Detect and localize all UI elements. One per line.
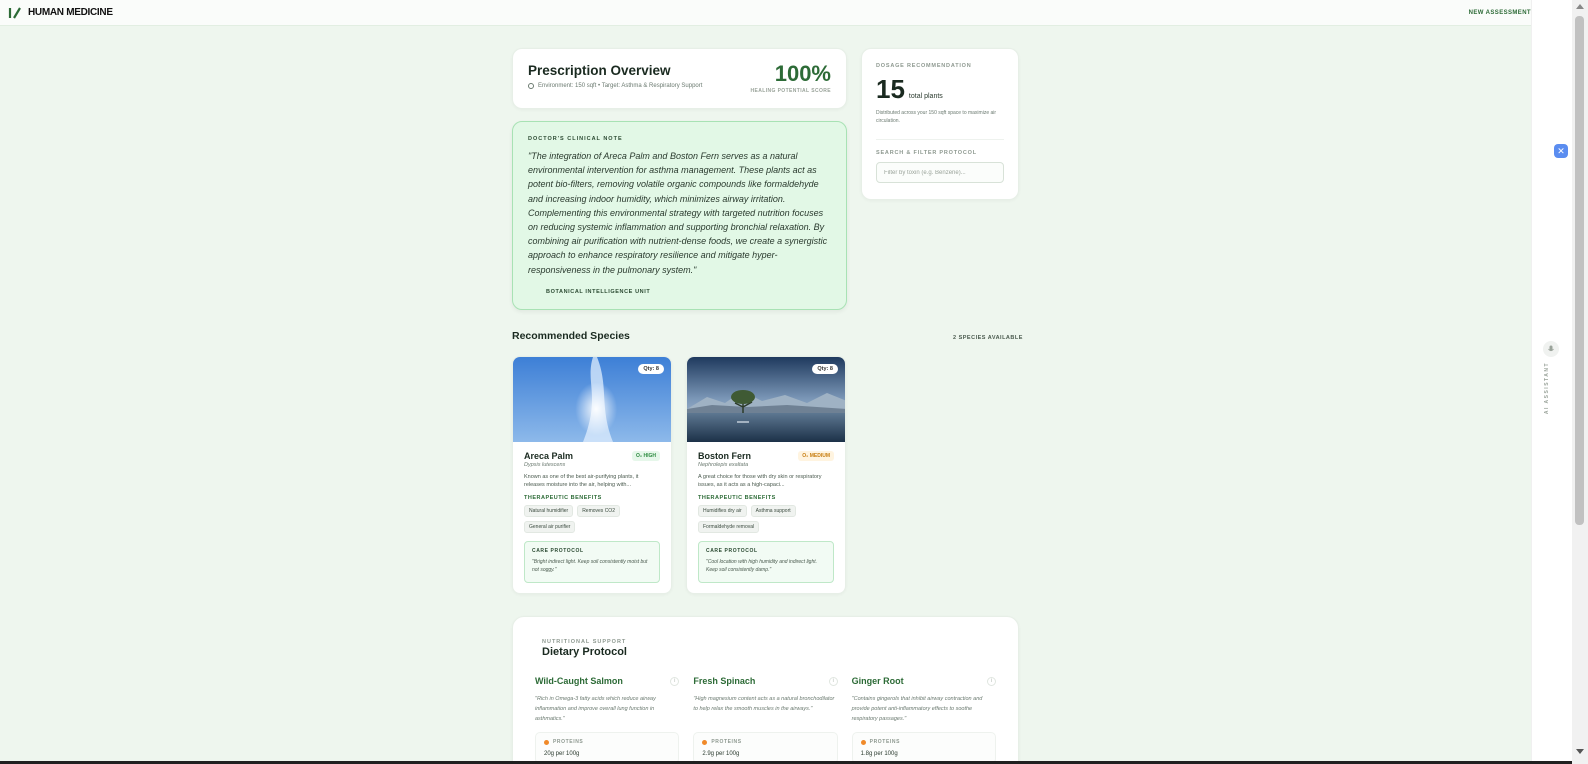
dosage-unit: total plants	[908, 93, 943, 100]
nutrient-box: PROTEINS 20g per 100g	[535, 732, 680, 764]
food-description: "Contains gingerols that inhibit airway …	[851, 696, 983, 722]
prescription-overview-card: Prescription Overview Environment: 150 s…	[512, 48, 847, 109]
boston-fern-image: Qty: 8	[687, 357, 845, 442]
nutrient-value: 1.8g per 100g	[860, 751, 898, 757]
benefits-label: THERAPEUTIC BENEFITS	[524, 495, 602, 501]
food-item-ginger: Ginger Root i "Contains gingerols that i…	[851, 676, 996, 764]
environment-text: Environment: 150 sqft • Target: Asthma &…	[538, 83, 703, 89]
nutrient-value: 2.9g per 100g	[702, 751, 740, 757]
nutrient-value: 20g per 100g	[544, 751, 580, 757]
nutrient-dot-icon	[544, 739, 549, 745]
clinical-note-label: DOCTOR'S CLINICAL NOTE	[528, 136, 623, 142]
scroll-up-icon[interactable]	[1576, 4, 1584, 9]
scrollbar-thumb[interactable]	[1575, 16, 1584, 525]
divider	[876, 139, 1004, 140]
healing-score-label: HEALING POTENTIAL SCORE	[750, 88, 831, 94]
nutrient-label: PROTEINS	[711, 739, 742, 745]
logo-icon	[8, 6, 21, 19]
areca-palm-image: Qty: 8	[513, 357, 671, 442]
care-protocol: CARE PROTOCOL "Cool location with high h…	[698, 541, 834, 583]
scientific-name: Nephrolepis exaltata	[698, 462, 749, 468]
brand-name: HUMAN MEDICINE	[28, 7, 113, 18]
care-protocol-label: CARE PROTOCOL	[532, 548, 584, 554]
food-name: Fresh Spinach	[693, 676, 756, 686]
nutrient-box: PROTEINS 1.8g per 100g	[851, 732, 996, 764]
info-icon[interactable]: i	[670, 676, 680, 686]
new-assessment-link[interactable]: NEW ASSESSMENT	[1469, 10, 1531, 16]
species-card-areca-palm[interactable]: Qty: 8 Areca Palm O₂ HIGH Dypsis lutesce…	[512, 356, 672, 594]
nutrient-label: PROTEINS	[553, 739, 584, 745]
food-item-spinach: Fresh Spinach i "High magnesium content …	[693, 676, 838, 764]
assistant-sidebar	[1531, 0, 1572, 764]
benefit-tag: Asthma support	[750, 505, 796, 517]
nutrient-dot-icon	[702, 739, 708, 745]
translate-icon[interactable]: ✕	[1554, 144, 1568, 158]
dietary-kicker: NUTRITIONAL SUPPORT	[542, 639, 627, 645]
nutrient-label: PROTEINS	[869, 739, 901, 745]
care-protocol-label: CARE PROTOCOL	[706, 548, 758, 554]
info-icon[interactable]: i	[986, 676, 996, 686]
quantity-badge: Qty: 8	[812, 364, 838, 374]
benefit-tag: Humidifies dry air	[698, 505, 747, 517]
food-name: Ginger Root	[851, 676, 904, 686]
dosage-label: DOSAGE RECOMMENDATION	[876, 63, 972, 69]
dosage-count-row: 15 total plants	[876, 74, 1004, 105]
logo[interactable]: HUMAN MEDICINE	[8, 6, 113, 20]
food-list: Wild-Caught Salmon i "Rich in Omega-3 fa…	[535, 676, 996, 764]
benefit-tags: Humidifies dry air Asthma support Formal…	[698, 505, 834, 533]
dosage-count: 15	[876, 74, 905, 104]
food-item-salmon: Wild-Caught Salmon i "Rich in Omega-3 fa…	[535, 676, 680, 764]
dosage-card: DOSAGE RECOMMENDATION 15 total plants Di…	[861, 48, 1019, 200]
benefit-tag: Natural humidifier	[524, 505, 574, 517]
food-description: "Rich in Omega-3 fatty acids which reduc…	[535, 696, 656, 722]
healing-score-value: 100%	[774, 61, 831, 86]
microphone-icon[interactable]	[1543, 341, 1559, 357]
benefit-tags: Natural humidifier Removes CO2 General a…	[524, 505, 660, 533]
care-protocol: CARE PROTOCOL "Bright indirect light. Ke…	[524, 541, 660, 583]
species-section-title: Recommended Species	[512, 330, 630, 342]
benefit-tag: General air purifier	[524, 521, 576, 533]
filter-label: SEARCH & FILTER PROTOCOL	[876, 150, 977, 156]
care-protocol-text: "Bright indirect light. Keep soil consis…	[532, 559, 648, 573]
food-name: Wild-Caught Salmon	[535, 676, 623, 686]
benefits-label: THERAPEUTIC BENEFITS	[698, 495, 776, 501]
species-name: Boston Fern	[698, 451, 751, 461]
species-description: Known as one of the best air-purifying p…	[524, 474, 639, 488]
top-bar: HUMAN MEDICINE NEW ASSESSMENT	[0, 0, 1531, 26]
nutrient-dot-icon	[860, 739, 866, 745]
species-name: Areca Palm	[524, 451, 574, 461]
benefit-tag: Formaldehyde removal	[698, 521, 760, 533]
species-description: A great choice for those with dry skin o…	[698, 474, 822, 488]
species-count: 2 SPECIES AVAILABLE	[953, 335, 1023, 341]
toxin-filter-input[interactable]	[876, 162, 1004, 183]
clinical-note-signature: BOTANICAL INTELLIGENCE UNIT	[546, 288, 651, 295]
care-protocol-text: "Cool location with high humidity and in…	[706, 559, 818, 573]
scroll-down-icon[interactable]	[1576, 749, 1584, 754]
target-icon	[528, 83, 534, 89]
page-scrollbar[interactable]	[1572, 0, 1588, 764]
dietary-protocol-card: NUTRITIONAL SUPPORT Dietary Protocol Wil…	[512, 616, 1019, 764]
ai-assistant-label[interactable]: AI ASSISTANT	[1544, 362, 1550, 414]
info-icon[interactable]: i	[828, 676, 838, 686]
clinical-note-card: DOCTOR'S CLINICAL NOTE "The integration …	[512, 121, 847, 310]
oxygen-badge: O₂ MEDIUM	[798, 451, 834, 461]
dietary-title: Dietary Protocol	[542, 646, 627, 658]
quantity-badge: Qty: 8	[638, 364, 664, 374]
species-card-boston-fern[interactable]: Qty: 8 Boston Fern O₂ MEDIUM Nephrolepis…	[686, 356, 846, 594]
benefit-tag: Removes CO2	[577, 505, 620, 517]
oxygen-badge: O₂ HIGH	[632, 451, 660, 461]
nutrient-box: PROTEINS 2.9g per 100g	[693, 732, 838, 764]
healing-score: 100% HEALING POTENTIAL SCORE	[750, 61, 831, 94]
clinical-note-text: "The integration of Areca Palm and Bosto…	[528, 151, 828, 275]
dosage-description: Distributed across your 150 sqft space t…	[876, 110, 997, 124]
scientific-name: Dypsis lutescens	[524, 462, 566, 468]
food-description: "High magnesium content acts as a natura…	[693, 696, 835, 712]
